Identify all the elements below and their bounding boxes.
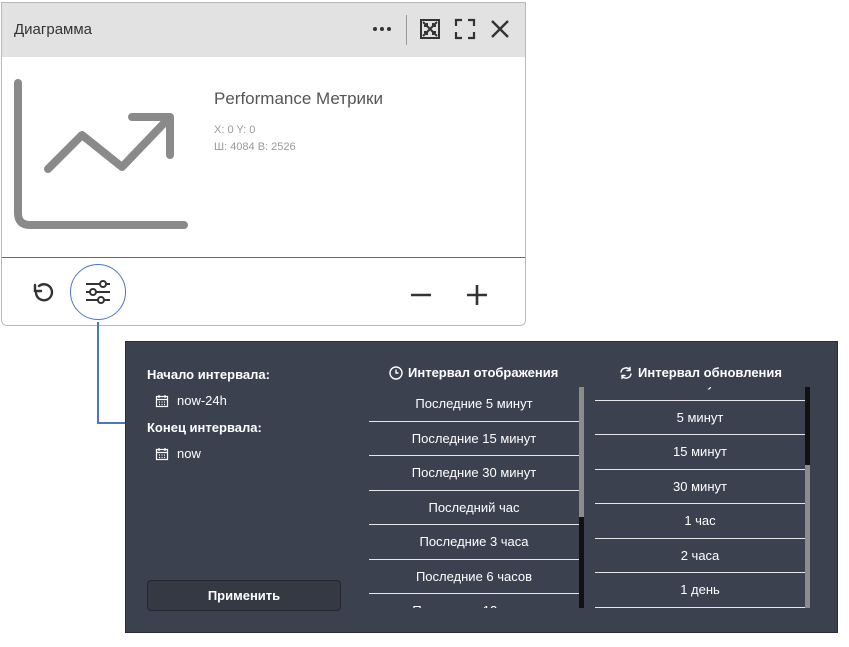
calendar-icon	[155, 447, 169, 460]
refresh-icon[interactable]	[30, 280, 56, 306]
calendar-icon	[155, 394, 169, 407]
refresh-interval-option[interactable]: 15 минут	[595, 435, 805, 470]
display-interval-list[interactable]: Последние 5 минут Последние 15 минут После…	[369, 387, 579, 608]
widget-title: Диаграмма	[14, 21, 93, 38]
widget-name: Performance Метрики	[214, 89, 383, 108]
widget-size: Ш: 4084 В: 2526	[214, 141, 296, 153]
refresh-interval-header: Интервал обновления	[619, 365, 782, 380]
refresh-interval-option[interactable]: 2 часа	[595, 539, 805, 573]
display-interval-option[interactable]: Последние 12 часов	[369, 594, 579, 608]
refresh-interval-scroll-thumb[interactable]	[805, 465, 810, 608]
display-interval-option[interactable]: Последний час	[369, 491, 579, 525]
settings-button[interactable]	[70, 264, 126, 320]
minus-icon	[411, 293, 431, 297]
collapse-arrows-icon[interactable]	[418, 17, 442, 41]
zoom-in-button[interactable]	[464, 282, 490, 308]
start-interval-field[interactable]: now-24h	[155, 393, 227, 408]
widget-titlebar[interactable]: Диаграмма	[2, 3, 525, 57]
refresh-interval-option[interactable]: 1 минута	[595, 387, 805, 401]
end-interval-value: now	[177, 446, 201, 461]
trending-chart-icon	[12, 79, 190, 236]
close-icon[interactable]	[488, 17, 512, 41]
sliders-icon	[86, 280, 110, 304]
display-interval-title: Интервал отображения	[408, 365, 559, 380]
display-interval-header: Интервал отображения	[389, 365, 558, 380]
display-interval-option[interactable]: Последние 5 минут	[369, 387, 579, 422]
refresh-interval-scrollbar[interactable]	[805, 387, 810, 608]
widget-content: Performance Метрики X: 0 Y: 0 Ш: 4084 В:…	[2, 57, 525, 257]
display-interval-scroll-thumb[interactable]	[579, 387, 584, 517]
widget-footer	[2, 257, 525, 325]
start-interval-value: now-24h	[177, 393, 227, 408]
display-interval-scrollbar[interactable]	[579, 387, 584, 608]
fullscreen-icon[interactable]	[453, 17, 477, 41]
refresh-interval-title: Интервал обновления	[638, 365, 782, 380]
display-interval-option[interactable]: Последние 30 минут	[369, 456, 579, 491]
zoom-out-button[interactable]	[408, 282, 434, 308]
connector-line-horizontal	[97, 422, 126, 424]
sync-icon	[620, 366, 632, 379]
clock-icon	[389, 365, 403, 380]
interval-settings-panel: Начало интервала: now-24h Конец интервал…	[125, 341, 838, 633]
refresh-interval-option[interactable]: 30 минут	[595, 470, 805, 504]
connector-line-vertical	[97, 322, 99, 424]
display-interval-option[interactable]: Последние 15 минут	[369, 422, 579, 456]
widget-position: X: 0 Y: 0	[214, 124, 256, 136]
more-icon[interactable]	[370, 17, 394, 41]
refresh-interval-list[interactable]: 1 минута5 минут15 минут30 минут1 час2 ча…	[595, 387, 805, 608]
end-interval-label: Конец интервала:	[147, 420, 262, 435]
apply-button[interactable]: Применить	[147, 580, 341, 611]
titlebar-divider	[406, 15, 407, 45]
start-interval-label: Начало интервала:	[147, 367, 270, 382]
display-interval-option[interactable]: Последние 6 часов	[369, 560, 579, 594]
plus-icon	[467, 285, 487, 305]
refresh-interval-option[interactable]: 1 час	[595, 504, 805, 539]
refresh-interval-option[interactable]: 1 день	[595, 573, 805, 608]
refresh-interval-option[interactable]: 5 минут	[595, 401, 805, 435]
chart-widget: Диаграмма Performance Метрики X: 0 Y: 0 …	[1, 2, 526, 326]
end-interval-field[interactable]: now	[155, 446, 201, 461]
display-interval-option[interactable]: Последние 3 часа	[369, 525, 579, 560]
